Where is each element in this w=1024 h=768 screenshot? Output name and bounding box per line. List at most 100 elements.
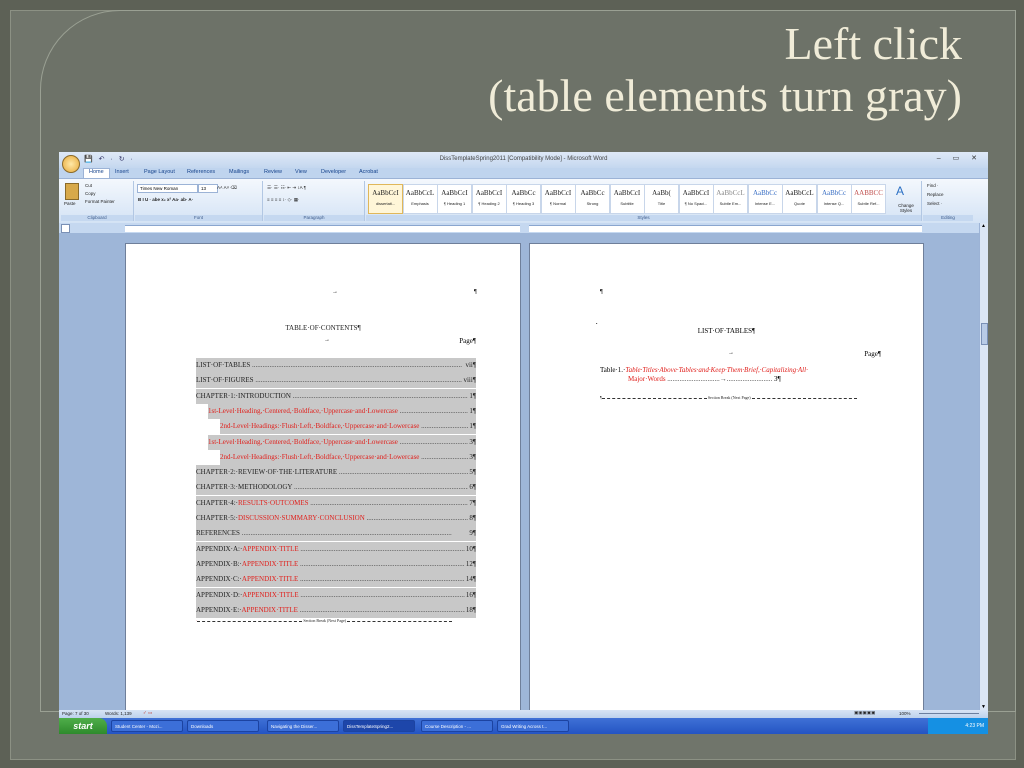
task-student-center[interactable]: Student Center - Mozi... xyxy=(111,720,183,732)
toc-row[interactable]: LIST·OF·FIGURES ........................… xyxy=(196,373,476,389)
scroll-up-icon[interactable]: ▲ xyxy=(981,223,986,229)
zoom-slider[interactable] xyxy=(919,713,979,714)
status-words[interactable]: Words: 1,139 xyxy=(105,711,132,716)
toc-row[interactable]: LIST·OF·TABLES .........................… xyxy=(196,358,476,373)
toc-row[interactable]: APPENDIX·B:·APPENDIX·TITLE .............… xyxy=(196,556,476,572)
replace-button[interactable]: Replace xyxy=(927,192,944,197)
toc-row[interactable]: CHAPTER·1:·INTRODUCTION ................… xyxy=(196,388,476,404)
tab-references[interactable]: References xyxy=(187,169,215,175)
tab-view[interactable]: View xyxy=(295,169,307,175)
toc-row[interactable]: 2nd-Level·Headings:·Flush·Left,·Boldface… xyxy=(220,449,476,465)
start-button[interactable]: start xyxy=(59,718,107,734)
lot-page-header: Page¶ xyxy=(864,350,881,358)
change-styles-icon[interactable]: A xyxy=(896,184,904,198)
paste-icon[interactable] xyxy=(65,183,79,200)
toc-title: TABLE·OF·CONTENTS¶ xyxy=(285,324,361,332)
toc-row-page: 9¶ xyxy=(468,526,476,542)
style-tile[interactable]: AABBCC Subtle Ref... xyxy=(851,184,886,214)
ruler-tab-selector-icon[interactable] xyxy=(61,224,70,233)
style-tile[interactable]: AaBbCc Intense E... xyxy=(747,184,783,214)
toc-row[interactable]: APPENDIX·D:·APPENDIX·TITLE .............… xyxy=(196,587,476,603)
tab-insert[interactable]: Insert xyxy=(115,169,129,175)
vertical-scrollbar[interactable]: ▲ ▼ xyxy=(979,223,988,710)
format-painter-button[interactable]: Format Painter xyxy=(85,199,115,204)
editing-group-label: Editing xyxy=(923,215,973,221)
task-course-description[interactable]: Course Description - ... xyxy=(421,720,493,732)
toc-row[interactable]: REFERENCES .............................… xyxy=(196,526,476,542)
page-table-of-contents[interactable]: → ¶ TABLE·OF·CONTENTS¶ → Page¶ LIST·OF·T… xyxy=(125,243,521,717)
style-tile[interactable]: AaBbCc ¶ Heading 3 xyxy=(506,184,541,214)
zoom-level[interactable]: 100% xyxy=(899,711,911,716)
style-tile[interactable]: AaBbCc Intense Q... xyxy=(816,184,852,214)
style-tile[interactable]: AaBbCcI ¶ Heading 1 xyxy=(437,184,472,214)
style-tile[interactable]: AaBbCcL Emphasis xyxy=(402,184,438,214)
toc-row-page: 1¶ xyxy=(468,388,476,404)
style-name: Quote xyxy=(794,201,805,206)
toc-row[interactable]: 1st-Level·Heading,·Centered,·Boldface,·U… xyxy=(208,403,476,419)
task-grad-writing[interactable]: Grad Writing Across t... xyxy=(497,720,569,732)
spelling-check-icon[interactable]: ✓ ▭ xyxy=(143,710,152,716)
scroll-thumb[interactable] xyxy=(981,323,988,345)
toc-row-label: APPENDIX·A:· xyxy=(196,544,243,553)
task-diss-template[interactable]: DissTemplateSpring2... xyxy=(343,720,415,732)
toc-row-label: APPENDIX·C:· xyxy=(196,575,242,584)
paragraph-group-label: Paragraph xyxy=(264,215,364,221)
lot-entry-title-line2: Major·Words xyxy=(628,375,666,383)
cut-button[interactable]: Cut xyxy=(85,183,92,188)
tab-acrobat[interactable]: Acrobat xyxy=(359,169,378,175)
lot-entry-page: 3¶ xyxy=(774,375,781,383)
clock[interactable]: 4:23 PM xyxy=(965,723,984,729)
office-button-icon[interactable] xyxy=(62,155,80,173)
select-button[interactable]: Select · xyxy=(927,201,942,206)
font-format-row[interactable]: B I U · abe x₂ x² Aa· ab· A· xyxy=(138,197,193,202)
tab-developer[interactable]: Developer xyxy=(321,169,346,175)
toc-row[interactable]: 1st-Level·Heading,·Centered,·Boldface,·U… xyxy=(208,434,476,450)
toc-row-red-text: 1st-Level·Heading,·Centered,·Boldface,·U… xyxy=(208,437,398,446)
tab-home[interactable]: Home xyxy=(83,168,110,178)
paragraph-row2[interactable]: ≡ ≡ ≡ ≡ ↕· ◇· ▦· xyxy=(267,197,299,203)
lot-entry-table-1[interactable]: Table·1.·Table·Titles·Above·Tables·and·K… xyxy=(600,366,880,384)
toc-row[interactable]: CHAPTER·2:·REVIEW·OF·THE·LITERATURE ....… xyxy=(196,465,476,481)
style-tile[interactable]: AaBbCcI Subtitle xyxy=(609,184,645,214)
grow-shrink-font-icon[interactable]: A˄ A˅ ⌫ xyxy=(217,185,237,191)
tab-page-layout[interactable]: Page Layout xyxy=(144,169,175,175)
style-tile[interactable]: AaBbCc Strong xyxy=(575,184,610,214)
style-tile[interactable]: AaBbCcI ¶ Heading 2 xyxy=(471,184,507,214)
tab-mailings[interactable]: Mailings xyxy=(229,169,249,175)
style-tile[interactable]: AaBbCcI ¶ No Spaci... xyxy=(678,184,714,214)
style-tile[interactable]: AaBbCcL Quote xyxy=(782,184,817,214)
page-list-of-tables[interactable]: ¶ • LIST·OF·TABLES¶ → Page¶ Table·1.·Tab… xyxy=(529,243,924,717)
status-bar: Page: 7 of 30 Words: 1,139 ✓ ▭ ▣▣▣▣▣ 100… xyxy=(59,710,988,718)
style-tile[interactable]: AaBb(Title xyxy=(644,184,679,214)
style-preview: AaBbCc xyxy=(580,189,605,197)
font-size-box[interactable]: 13 xyxy=(198,184,218,193)
tab-review[interactable]: Review xyxy=(264,169,282,175)
toc-row[interactable]: CHAPTER·3:·METHODOLOGY .................… xyxy=(196,480,476,496)
toc-row-page: 18¶ xyxy=(464,602,476,618)
style-preview: AaBbCcI xyxy=(682,189,710,197)
toc-row[interactable]: APPENDIX·A:·APPENDIX·TITLE .............… xyxy=(196,541,476,557)
style-tile[interactable]: AaBbCcI ¶ Normal xyxy=(540,184,576,214)
view-buttons-icon[interactable]: ▣▣▣▣▣ xyxy=(854,710,875,716)
style-tile[interactable]: AaBbCcL Subtle Em... xyxy=(713,184,748,214)
style-tile[interactable]: AaBbCcI dissertati... xyxy=(368,184,403,214)
toc-row[interactable]: APPENDIX·E:·APPENDIX·TITLE .............… xyxy=(196,602,476,618)
toc-row[interactable]: CHAPTER·4:·RESULTS·OUTCOMES ............… xyxy=(196,495,476,511)
change-styles-button[interactable]: Change Styles xyxy=(893,203,919,213)
font-name-box[interactable]: Times New Roman xyxy=(137,184,198,193)
ruler-left-page[interactable] xyxy=(125,225,520,232)
window-title: DissTemplateSpring2011 [Compatibility Mo… xyxy=(439,156,608,162)
window-controls[interactable]: – ▭ ✕ xyxy=(937,154,982,162)
status-page[interactable]: Page: 7 of 30 xyxy=(62,711,89,716)
copy-button[interactable]: Copy xyxy=(85,191,96,196)
toc-row[interactable]: CHAPTER·5:·DISCUSSION·SUMMARY·CONCLUSION… xyxy=(196,511,476,526)
toc-row[interactable]: APPENDIX·C:·APPENDIX·TITLE .............… xyxy=(196,572,476,588)
find-button[interactable]: Find · xyxy=(927,183,939,188)
paragraph-row1[interactable]: ☰· ☰· ☷· ⇤ ⇥ ↕A ¶ xyxy=(267,185,306,191)
ruler-right-page[interactable] xyxy=(529,225,922,232)
task-navigating[interactable]: Navigating the Disser... xyxy=(267,720,339,732)
toc-row-page: 6¶ xyxy=(468,480,476,496)
paste-button[interactable]: Paste xyxy=(64,201,76,206)
task-downloads[interactable]: Downloads xyxy=(187,720,259,732)
toc-row[interactable]: 2nd-Level·Headings:·Flush·Left,·Boldface… xyxy=(220,419,476,435)
